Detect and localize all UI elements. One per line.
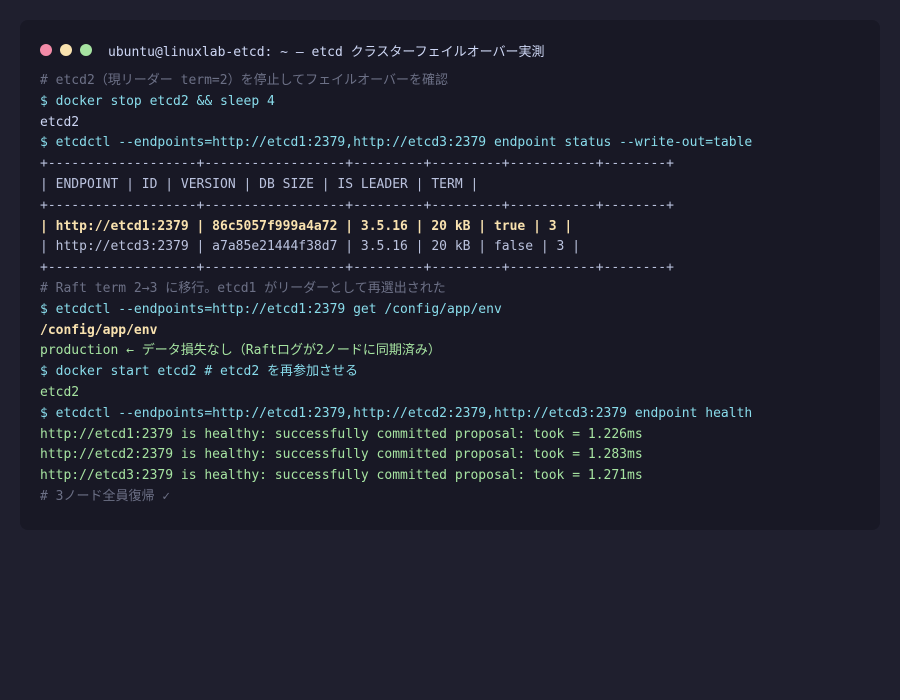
- maximize-window-icon[interactable]: [80, 44, 92, 56]
- table-header: | ENDPOINT | ID | VERSION | DB SIZE | IS…: [40, 176, 479, 192]
- command-line: $ docker stop etcd2 && sleep 4: [40, 93, 275, 109]
- output-line: etcd2: [40, 114, 80, 130]
- output-line: etcd2: [40, 384, 80, 400]
- minimize-window-icon[interactable]: [60, 44, 72, 56]
- output-value-line: production ← データ損失なし（Raftログが2ノードに同期済み）: [40, 343, 441, 359]
- command-line: $ etcdctl --endpoints=http://etcd1:2379,…: [40, 405, 753, 421]
- comment-line: # Raft term 2→3 に移行。etcd1 がリーダーとして再選出された: [40, 280, 446, 296]
- command-line: $ docker start etcd2 # etcd2 を再参加させる: [40, 364, 358, 380]
- terminal-output[interactable]: # etcd2（現リーダー term=2）を停止してフェイルオーバーを確認 $ …: [40, 71, 860, 508]
- window-title: ubuntu@linuxlab-etcd: ~ — etcd クラスターフェイル…: [108, 44, 545, 60]
- comment-line: # 3ノード全員復帰 ✓: [40, 488, 171, 504]
- health-line: http://etcd1:2379 is healthy: successful…: [40, 426, 643, 442]
- health-line: http://etcd2:2379 is healthy: successful…: [40, 447, 643, 463]
- comment-line: # etcd2（現リーダー term=2）を停止してフェイルオーバーを確認: [40, 73, 449, 88]
- table-border: +-------------------+------------------+…: [40, 260, 674, 276]
- command-line: $ etcdctl --endpoints=http://etcd1:2379,…: [40, 135, 753, 151]
- health-line: http://etcd3:2379 is healthy: successful…: [40, 468, 643, 484]
- table-border: +-------------------+------------------+…: [40, 156, 674, 172]
- table-border: +-------------------+------------------+…: [40, 197, 674, 213]
- title-bar: ubuntu@linuxlab-etcd: ~ — etcd クラスターフェイル…: [40, 42, 860, 60]
- close-window-icon[interactable]: [40, 44, 52, 56]
- table-row-leader: | http://etcd1:2379 | 86c5057f999a4a72 |…: [40, 218, 573, 234]
- terminal-window[interactable]: ubuntu@linuxlab-etcd: ~ — etcd クラスターフェイル…: [20, 20, 880, 530]
- table-row: | http://etcd3:2379 | a7a85e21444f38d7 |…: [40, 239, 581, 255]
- output-key-line: /config/app/env: [40, 322, 158, 338]
- command-line: $ etcdctl --endpoints=http://etcd1:2379 …: [40, 301, 502, 317]
